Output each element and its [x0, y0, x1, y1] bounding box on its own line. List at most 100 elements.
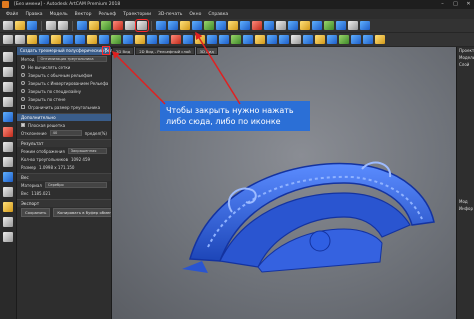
menu-file[interactable]: Файл	[6, 12, 18, 17]
layer-label[interactable]: Слой	[457, 61, 474, 68]
relief-invert-icon[interactable]	[135, 35, 145, 44]
relief-stamp-icon[interactable]	[315, 35, 325, 44]
sweep-tool-icon[interactable]	[192, 21, 202, 30]
text-tool-icon[interactable]	[3, 187, 13, 197]
relief-texture-icon[interactable]	[303, 35, 313, 44]
cut-tool-icon[interactable]	[252, 21, 262, 30]
eraser-icon[interactable]	[3, 127, 13, 137]
limit-row[interactable]: Ограничить размер треугольника	[17, 103, 111, 111]
relief-flat-icon[interactable]	[255, 35, 265, 44]
model-mode-select[interactable]: Закрашенная	[67, 148, 107, 154]
menu-window[interactable]: Окно	[189, 12, 201, 17]
checkbox-icon[interactable]	[21, 123, 25, 127]
relief-add-icon[interactable]	[63, 35, 73, 44]
relief-model[interactable]	[112, 47, 456, 319]
relief-high-icon[interactable]	[87, 35, 97, 44]
option-row[interactable]: Закрыть с обычным рельефом	[17, 71, 111, 79]
relief-tool-icon[interactable]	[89, 21, 99, 30]
relief-weave-icon[interactable]	[279, 35, 289, 44]
menu-toolpaths[interactable]: Траектории	[123, 12, 151, 17]
radio-icon[interactable]	[21, 89, 25, 93]
relief-merge-icon[interactable]	[51, 35, 61, 44]
section-weight[interactable]: Вес	[17, 173, 111, 181]
search-icon[interactable]	[3, 35, 13, 44]
smooth-tool-icon[interactable]	[216, 21, 226, 30]
texture-tool-icon[interactable]	[204, 21, 214, 30]
3d-viewport[interactable]: 2D Вид 2D Вид - Рельефный слой 3D Вид Чт…	[112, 47, 456, 319]
new-file-icon[interactable]	[3, 21, 13, 30]
redo-icon[interactable]	[58, 21, 68, 30]
minimize-button[interactable]: –	[439, 1, 446, 7]
material-tool-icon[interactable]	[113, 21, 123, 30]
relief-offset-icon[interactable]	[183, 35, 193, 44]
relief-calc-icon[interactable]	[363, 35, 373, 44]
relief-fade-icon[interactable]	[231, 35, 241, 44]
relief-mirror-icon[interactable]	[147, 35, 157, 44]
maximize-button[interactable]: □	[452, 1, 459, 7]
radio-icon[interactable]	[21, 97, 25, 101]
radio-icon[interactable]	[21, 65, 25, 69]
relief-bend-icon[interactable]	[219, 35, 229, 44]
render-tool-icon[interactable]	[288, 21, 298, 30]
option-row[interactable]: Закрыть по спецдизайну	[17, 87, 111, 95]
sculpt-tool-icon[interactable]	[228, 21, 238, 30]
folder-icon[interactable]	[27, 35, 37, 44]
material-select[interactable]: Серебро	[44, 182, 107, 188]
settings-icon[interactable]	[3, 232, 13, 242]
flat-row[interactable]: Плоская решетка	[17, 121, 111, 129]
option-row[interactable]: Закрыть по стене	[17, 95, 111, 103]
node-edit-icon[interactable]	[3, 67, 13, 77]
text-a-icon[interactable]	[3, 217, 13, 227]
checkbox-icon[interactable]	[21, 105, 25, 109]
menu-help[interactable]: Справка	[208, 12, 228, 17]
section-result[interactable]: Результат	[17, 139, 111, 147]
relief-mesh-icon[interactable]	[291, 35, 301, 44]
layer-tool-icon[interactable]	[101, 21, 111, 30]
relief-copy-icon[interactable]	[351, 35, 361, 44]
triangle-mesh-icon[interactable]	[135, 19, 149, 32]
relief-shape-icon[interactable]	[327, 35, 337, 44]
blend-tool-icon[interactable]	[264, 21, 274, 30]
relief-wrap-icon[interactable]	[207, 35, 217, 44]
relief-split-icon[interactable]	[267, 35, 277, 44]
mode-select[interactable]: Оптимизация треугольника	[37, 56, 107, 62]
relief-export-icon[interactable]	[375, 35, 385, 44]
menu-model[interactable]: Модель	[50, 12, 68, 17]
model-label[interactable]: Модель	[457, 54, 474, 61]
info-label[interactable]: Инфор	[457, 205, 474, 212]
relief-subtract-icon[interactable]	[75, 35, 85, 44]
dome-tool-icon[interactable]	[180, 21, 190, 30]
relief-paste-icon[interactable]	[339, 35, 349, 44]
section-additional[interactable]: Дополнительно	[17, 113, 111, 121]
select-arrow-icon[interactable]	[3, 52, 13, 62]
relief-clear-icon[interactable]	[171, 35, 181, 44]
option-row[interactable]: Закрыть с Инвертированием Рельефа	[17, 79, 111, 87]
pen-tool-icon[interactable]	[3, 112, 13, 122]
extrude-tool-icon[interactable]	[168, 21, 178, 30]
export-tool-icon[interactable]	[360, 21, 370, 30]
relief-zero-icon[interactable]	[195, 35, 205, 44]
grid-tool-icon[interactable]	[324, 21, 334, 30]
transform-icon[interactable]	[3, 82, 13, 92]
relief-smooth-icon[interactable]	[243, 35, 253, 44]
undo-icon[interactable]	[46, 21, 56, 30]
mod-label[interactable]: Мод	[457, 198, 474, 205]
menu-vector[interactable]: Вектор	[75, 12, 92, 17]
offset-tool-icon[interactable]	[240, 21, 250, 30]
save-button[interactable]: Сохранить	[21, 207, 51, 217]
section-export[interactable]: Экспорт	[17, 199, 111, 207]
relief-low-icon[interactable]	[99, 35, 109, 44]
panel-close-button[interactable]: ✕	[102, 46, 110, 55]
view-tool-icon[interactable]	[276, 21, 286, 30]
light-tool-icon[interactable]	[300, 21, 310, 30]
menu-relief[interactable]: Рельеф	[98, 12, 116, 17]
shape-tool-icon[interactable]	[156, 21, 166, 30]
menu-edit[interactable]: Правка	[25, 12, 42, 17]
open-folder-icon[interactable]	[15, 21, 25, 30]
circle-tool-icon[interactable]	[3, 97, 13, 107]
document-icon[interactable]	[15, 35, 25, 44]
relief-reset-icon[interactable]	[111, 35, 121, 44]
project-label[interactable]: Проект	[457, 47, 474, 54]
measure-tool-icon[interactable]	[336, 21, 346, 30]
tolerance-field[interactable]: 40	[49, 130, 82, 136]
